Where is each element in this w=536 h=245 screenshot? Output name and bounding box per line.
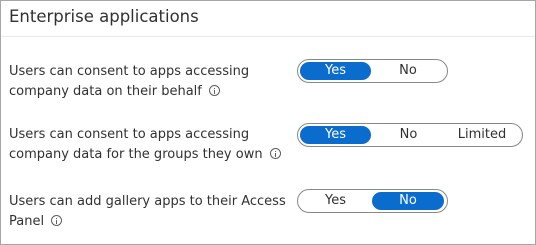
toggle-option-no[interactable]: No [372, 192, 444, 210]
section-title: Enterprise applications [9, 7, 199, 26]
toggle-option-yes[interactable]: Yes [300, 192, 371, 210]
toggle-option-yes[interactable]: Yes [300, 126, 371, 144]
title-divider [1, 36, 535, 37]
toggle-option-no[interactable]: No [372, 62, 444, 80]
info-icon[interactable] [269, 148, 281, 159]
setting-label-text: Panel [9, 214, 45, 229]
setting-label-line: Users can add gallery apps to their Acce… [9, 194, 286, 209]
toggle-user-consent[interactable]: Yes No [297, 59, 448, 83]
toggle-option-no[interactable]: No [372, 126, 445, 144]
setting-label-gallery-apps: Users can add gallery apps to their Acce… [9, 192, 299, 232]
setting-label-user-consent: Users can consent to apps accessing comp… [9, 62, 299, 102]
setting-label-text: company data for the groups they own [9, 147, 263, 162]
setting-label-line: Users can consent to apps accessing [9, 127, 250, 142]
toggle-gallery-apps[interactable]: Yes No [297, 189, 448, 213]
toggle-group-consent[interactable]: Yes No Limited [297, 123, 523, 147]
setting-label-line: Users can consent to apps accessing [9, 64, 250, 79]
setting-label-line: Panel [9, 212, 299, 232]
toggle-option-yes[interactable]: Yes [300, 62, 371, 80]
setting-label-group-consent: Users can consent to apps accessing comp… [9, 125, 299, 165]
enterprise-applications-panel: Enterprise applications Users can consen… [0, 0, 536, 245]
toggle-option-limited[interactable]: Limited [446, 126, 518, 144]
info-icon[interactable] [51, 215, 63, 226]
setting-label-line: company data for the groups they own [9, 145, 299, 165]
setting-label-text: company data on their behalf [9, 84, 202, 99]
info-icon[interactable] [208, 85, 220, 96]
setting-label-line: company data on their behalf [9, 82, 299, 102]
